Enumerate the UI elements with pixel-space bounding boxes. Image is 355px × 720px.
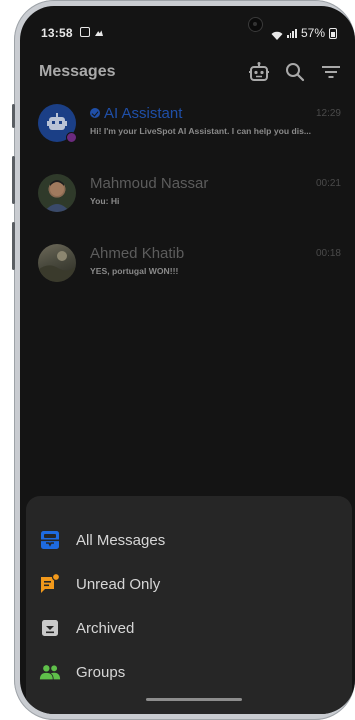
volume-button [12, 156, 15, 204]
menu-item-unread-only[interactable]: Unread Only [26, 562, 352, 606]
inbox-icon [39, 529, 61, 551]
signal-icon [286, 28, 297, 38]
ai-assistant-avatar [38, 104, 77, 143]
menu-label: Archived [76, 619, 135, 637]
chat-name: AI Assistant [104, 105, 183, 122]
menu-item-groups[interactable]: Groups [26, 650, 352, 694]
home-indicator[interactable] [146, 698, 242, 701]
image-notification-icon [95, 30, 103, 36]
chat-preview: YES, portugal WON!!! [90, 266, 179, 276]
battery-level: 57% [300, 26, 325, 40]
groups-icon [39, 661, 61, 683]
chat-item-mahmoud-nassar[interactable]: Mahmoud Nassar 00:21 You: Hi [20, 162, 355, 224]
status-indicators: 57% [271, 26, 337, 40]
archive-icon [39, 617, 61, 639]
unread-chat-icon [39, 573, 61, 595]
ahmed-khatib-avatar [38, 244, 76, 282]
chat-item-ai-assistant[interactable]: AI Assistant 12:29 Hi! I'm your LiveSpot… [20, 92, 355, 154]
chat-preview: Hi! I'm your LiveSpot AI Assistant. I ca… [90, 126, 312, 136]
front-camera [248, 17, 263, 32]
chat-time: 00:21 [315, 178, 341, 189]
chat-time: 00:18 [315, 248, 341, 259]
gallery-notification-icon [80, 27, 90, 37]
power-button [12, 222, 15, 270]
menu-label: Groups [76, 663, 126, 681]
chat-preview: You: Hi [90, 196, 120, 206]
chat-name: Mahmoud Nassar [90, 175, 209, 192]
robot-icon[interactable] [247, 60, 271, 84]
app-bar: Messages [20, 52, 355, 92]
page-title: Messages [39, 63, 116, 80]
chat-name: Ahmed Khatib [90, 245, 185, 262]
search-icon[interactable] [283, 60, 307, 84]
wifi-icon [271, 29, 283, 40]
menu-label: Unread Only [76, 575, 161, 593]
filter-icon[interactable] [319, 60, 343, 84]
menu-item-archived[interactable]: Archived [26, 606, 352, 650]
chat-time: 12:29 [315, 108, 341, 119]
volume-button [12, 104, 15, 128]
mahmoud-nassar-avatar [38, 174, 76, 212]
filter-bottom-sheet: All Messages Unread Only Archived Groups [26, 496, 352, 714]
ai-badge-icon [66, 132, 77, 143]
menu-label: All Messages [76, 531, 166, 549]
screen: 13:58 57% Messages AI Assistant 12:29 Hi… [20, 6, 355, 714]
status-bar: 13:58 57% [20, 6, 355, 52]
chat-item-ahmed-khatib[interactable]: Ahmed Khatib 00:18 YES, portugal WON!!! [20, 232, 355, 294]
status-time: 13:58 [41, 26, 73, 40]
battery-icon [329, 27, 337, 39]
menu-item-all-messages[interactable]: All Messages [26, 518, 352, 562]
